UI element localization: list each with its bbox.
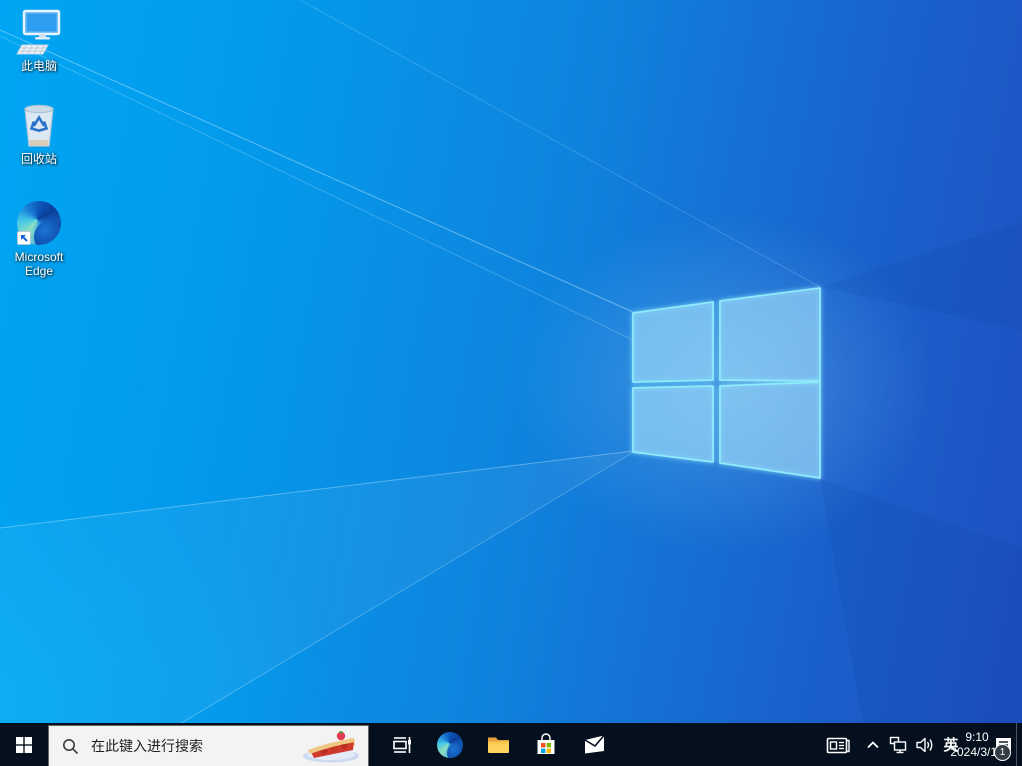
- microsoft-edge-icon: [15, 199, 63, 247]
- microsoft-store-icon: [537, 732, 555, 754]
- file-explorer-button[interactable]: [474, 723, 522, 766]
- start-button[interactable]: [0, 723, 48, 766]
- recycle-bin-icon: [15, 101, 63, 149]
- volume-button[interactable]: [912, 723, 938, 766]
- file-explorer-icon: [487, 737, 509, 753]
- task-view-icon: [393, 736, 411, 753]
- desktop-icon-label: Microsoft Edge: [14, 249, 64, 279]
- chevron-up-icon: [867, 740, 879, 748]
- desktop-icon-label: 此电脑: [20, 59, 57, 73]
- news-icon: [826, 737, 850, 753]
- microsoft-store-button[interactable]: [522, 723, 570, 766]
- taskbar: 英 9:10 2024/3/14 1: [0, 723, 1022, 766]
- taskbar-search-box[interactable]: [48, 725, 369, 766]
- notification-badge: 1: [994, 744, 1011, 761]
- desktop-icon-recycle-bin[interactable]: 回收站: [1, 101, 77, 166]
- taskbar-app-buttons: [378, 723, 618, 766]
- edge-icon: [437, 731, 463, 758]
- tray-time: 9:10: [965, 729, 989, 744]
- desktop-icon-column: 此电脑 回收站 Microsoft Edge: [0, 0, 78, 279]
- clock-button[interactable]: 9:10 2024/3/14: [950, 723, 1003, 766]
- system-tray: 英 9:10 2024/3/14 1: [816, 723, 1022, 766]
- search-highlight-pie-image[interactable]: [292, 727, 368, 766]
- desktop-icon-label: 回收站: [20, 152, 57, 167]
- search-input[interactable]: [89, 737, 292, 755]
- this-pc-icon: [15, 8, 63, 56]
- desktop-icon-this-pc[interactable]: 此电脑: [1, 8, 77, 73]
- shortcut-arrow-icon: [17, 230, 31, 245]
- show-desktop-button[interactable]: [1016, 723, 1022, 766]
- search-icon: [63, 738, 79, 754]
- network-icon: [889, 736, 907, 753]
- task-view-button[interactable]: [378, 723, 426, 766]
- action-center-button[interactable]: 1: [990, 723, 1016, 766]
- desktop-icon-microsoft-edge[interactable]: Microsoft Edge: [1, 199, 77, 279]
- edge-taskbar-button[interactable]: [426, 723, 474, 766]
- mail-button[interactable]: [570, 723, 618, 766]
- windows-start-icon: [16, 736, 32, 753]
- network-button[interactable]: [886, 723, 912, 766]
- wallpaper-windows-logo: [0, 0, 1022, 766]
- hidden-icons-button[interactable]: [860, 723, 886, 766]
- news-and-interests-button[interactable]: [816, 723, 860, 766]
- volume-icon: [916, 737, 933, 752]
- mail-icon: [584, 734, 605, 754]
- desktop: 此电脑 回收站 Microsoft Edge 在此键入进行搜索 英 9:10 2…: [0, 0, 1022, 766]
